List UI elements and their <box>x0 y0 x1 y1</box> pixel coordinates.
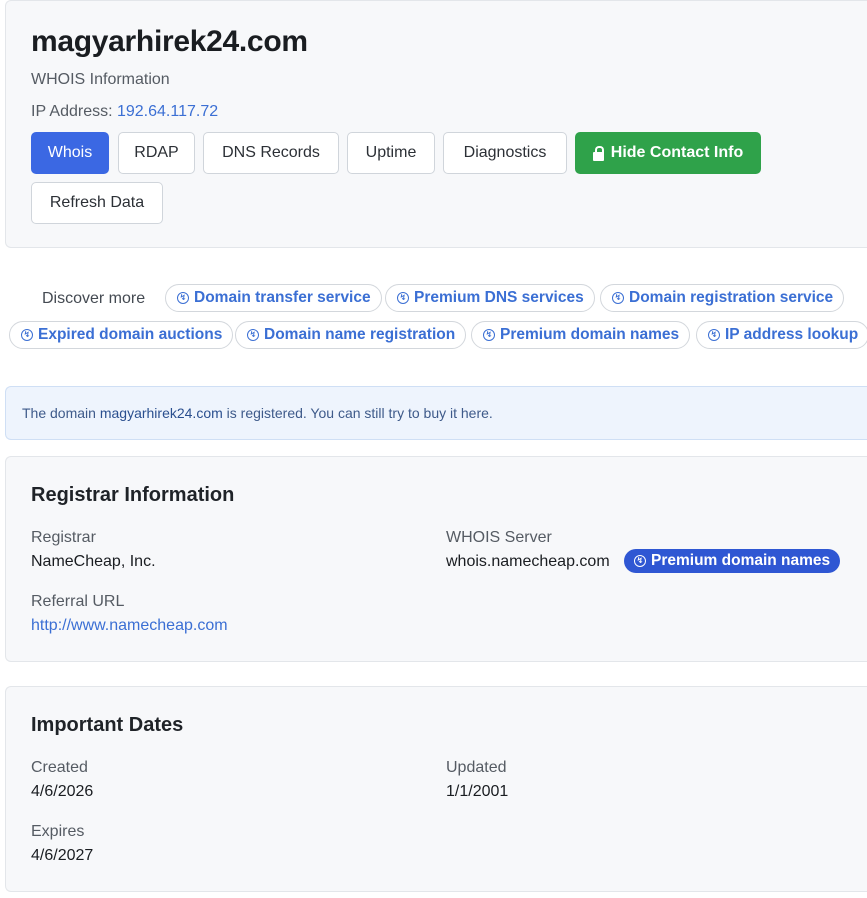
discover-link-domain-transfer[interactable]: ↯ Domain transfer service <box>165 284 382 312</box>
registered-notice: The domain magyarhirek24.com is register… <box>5 386 867 440</box>
tab-dns-records[interactable]: DNS Records <box>203 132 339 174</box>
important-dates-card: Important Dates Created 4/6/2026 Updated… <box>5 686 867 892</box>
updated-value: 1/1/2001 <box>446 783 509 800</box>
bolt-icon: ↯ <box>397 292 409 304</box>
referral-url-label: Referral URL <box>31 593 125 610</box>
bolt-icon: ↯ <box>612 292 624 304</box>
bolt-icon: ↯ <box>247 329 259 341</box>
lock-icon <box>592 145 604 161</box>
hide-contact-info-button[interactable]: Hide Contact Info <box>575 132 761 174</box>
discover-link-domain-name-registration[interactable]: ↯ Domain name registration <box>235 321 467 349</box>
registrar-section-title: Registrar Information <box>31 484 235 506</box>
whois-server-value: whois.namecheap.com <box>446 553 610 570</box>
bolt-icon: ↯ <box>634 555 646 567</box>
dates-section-title: Important Dates <box>31 714 184 736</box>
tab-whois[interactable]: Whois <box>31 132 109 174</box>
refresh-data-button[interactable]: Refresh Data <box>31 182 163 224</box>
tab-diagnostics[interactable]: Diagnostics <box>443 132 567 174</box>
created-label: Created <box>31 759 88 776</box>
registrar-information-card: Registrar Information Registrar NameChea… <box>5 456 867 662</box>
page-subtitle: WHOIS Information <box>31 71 170 88</box>
referral-url-link[interactable]: http://www.namecheap.com <box>31 617 228 635</box>
discover-link-expired-auctions[interactable]: ↯ Expired domain auctions <box>9 321 234 349</box>
bolt-icon: ↯ <box>21 329 33 341</box>
whois-server-label: WHOIS Server <box>446 529 552 546</box>
premium-domain-names-badge[interactable]: ↯ Premium domain names <box>624 549 841 573</box>
bolt-icon: ↯ <box>708 329 720 341</box>
discover-more-label: Discover more <box>42 290 146 307</box>
created-value: 4/6/2026 <box>31 783 94 800</box>
notice-domain: magyarhirek24.com <box>99 405 223 421</box>
expires-value: 4/6/2027 <box>31 847 94 864</box>
discover-link-ip-lookup[interactable]: ↯ IP address lookup <box>696 321 867 349</box>
discover-link-domain-registration-service[interactable]: ↯ Domain registration service <box>600 284 845 312</box>
bolt-icon: ↯ <box>483 329 495 341</box>
discover-link-premium-dns[interactable]: ↯ Premium DNS services <box>385 284 595 312</box>
registrar-label: Registrar <box>31 529 96 546</box>
hide-contact-info-label: Hide Contact Info <box>610 144 744 161</box>
page-title: magyarhirek24.com <box>31 25 308 58</box>
ip-address-link[interactable]: 192.64.117.72 <box>117 103 218 120</box>
domain-header-card: magyarhirek24.com WHOIS Information IP A… <box>5 0 867 248</box>
updated-label: Updated <box>446 759 507 776</box>
ip-address-label: IP Address: <box>31 103 117 120</box>
bolt-icon: ↯ <box>177 292 189 304</box>
registrar-value: NameCheap, Inc. <box>31 553 156 570</box>
tab-uptime[interactable]: Uptime <box>347 132 435 174</box>
discover-link-premium-domain-names[interactable]: ↯ Premium domain names <box>471 321 691 349</box>
notice-text: The domain magyarhirek24.com is register… <box>22 405 493 421</box>
ip-address-line: IP Address: 192.64.117.72 <box>31 103 218 121</box>
tab-rdap[interactable]: RDAP <box>118 132 195 174</box>
expires-label: Expires <box>31 823 85 840</box>
